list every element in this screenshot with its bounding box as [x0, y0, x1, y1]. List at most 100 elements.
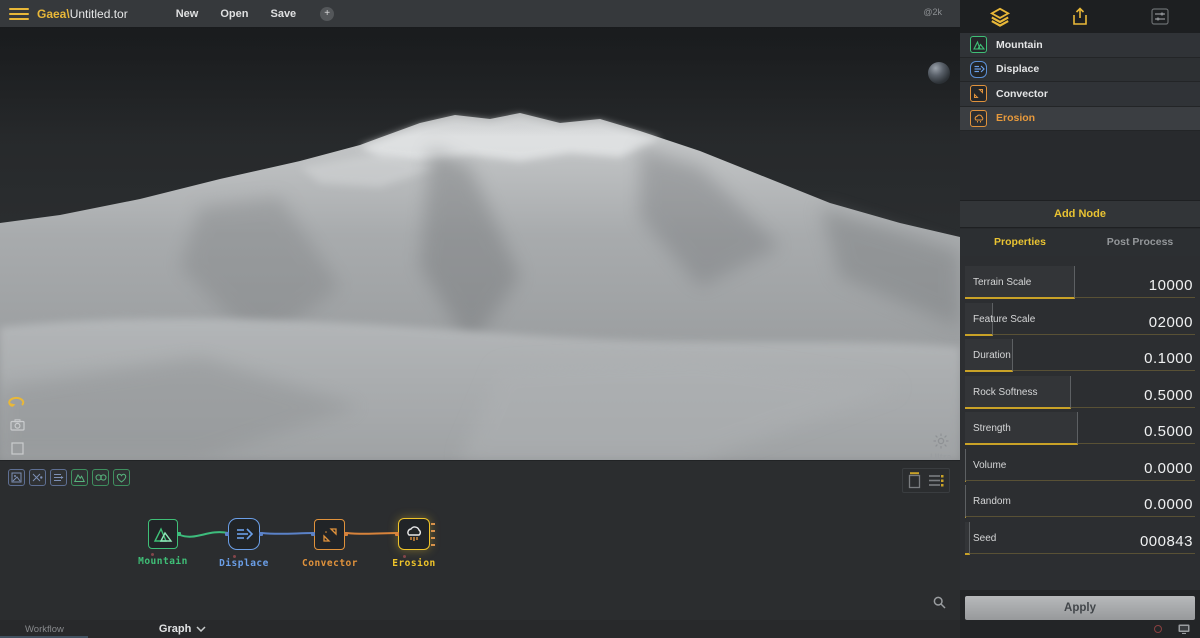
- property-label: Volume: [973, 459, 1007, 471]
- orbit-icon[interactable]: [8, 394, 26, 410]
- hamburger-menu-icon[interactable]: [9, 7, 29, 20]
- search-icon[interactable]: [933, 596, 946, 614]
- property-duration[interactable]: Duration 0.1000: [965, 335, 1195, 372]
- slider-fill: [965, 448, 966, 482]
- link-icon[interactable]: [92, 469, 109, 486]
- gaea-application-window: Gaea\Untitled.tor New Open Save + @2k Ul…: [0, 0, 1200, 638]
- erosion-node-icon: [407, 526, 421, 541]
- panel-layout-icon[interactable]: [908, 472, 921, 489]
- property-value[interactable]: 10000: [1149, 277, 1193, 294]
- tab-post-process[interactable]: Post Process: [1080, 229, 1200, 256]
- property-value[interactable]: 0.1000: [1144, 350, 1193, 367]
- save-button[interactable]: Save: [270, 8, 296, 20]
- display-icon[interactable]: [1178, 624, 1190, 634]
- quality-label: Ultra: [930, 452, 952, 460]
- property-terrain-scale[interactable]: Terrain Scale 10000: [965, 262, 1195, 299]
- resolution-badge: @2k: [923, 7, 942, 17]
- open-button[interactable]: Open: [220, 8, 248, 20]
- new-button[interactable]: New: [176, 8, 199, 20]
- graph-node-displace[interactable]: [225, 518, 263, 550]
- workflow-bar: Workflow Graph: [0, 620, 960, 638]
- convector-node-icon: [970, 85, 987, 103]
- node-graph-panel[interactable]: Mountain Displace Convector Erosion: [0, 460, 960, 620]
- view-selector-label: Graph: [158, 623, 192, 635]
- node-list-icon[interactable]: [50, 469, 67, 486]
- property-label: Random: [973, 496, 1011, 507]
- layer-list-icon[interactable]: [928, 472, 944, 489]
- tab-properties[interactable]: Properties: [960, 229, 1080, 256]
- terrain-nodes-icon[interactable]: [71, 469, 88, 486]
- layers-icon[interactable]: [980, 4, 1020, 30]
- apply-button[interactable]: Apply: [965, 596, 1195, 620]
- property-label: Feature Scale: [973, 313, 1036, 325]
- slider-fill: [965, 485, 966, 518]
- settings-sliders-icon[interactable]: [1140, 4, 1180, 30]
- properties-panel: Mountain Displace Convector Erosion Add …: [960, 0, 1200, 638]
- slider-fill: [965, 521, 970, 555]
- node-list-label: Displace: [996, 63, 1040, 76]
- node-list-item-convector[interactable]: Convector: [960, 82, 1200, 107]
- graph-node-label: Mountain: [138, 556, 188, 567]
- property-seed[interactable]: Seed 000843: [965, 518, 1195, 555]
- convector-node-icon: [322, 527, 337, 542]
- property-value[interactable]: 000843: [1140, 533, 1193, 550]
- property-list: Terrain Scale 10000 Feature Scale 02000 …: [960, 256, 1200, 590]
- sun-icon[interactable]: [933, 433, 949, 449]
- node-list-item-displace[interactable]: Displace: [960, 57, 1200, 82]
- property-strength[interactable]: Strength 0.5000: [965, 408, 1195, 445]
- graph-node-convector[interactable]: [311, 519, 348, 550]
- node-list: Mountain Displace Convector Erosion: [960, 33, 1200, 131]
- node-list-label: Convector: [996, 87, 1048, 100]
- property-label: Seed: [973, 532, 997, 544]
- property-label: Duration: [973, 350, 1011, 361]
- node-list-item-mountain[interactable]: Mountain: [960, 33, 1200, 58]
- property-random[interactable]: Random 0.0000: [965, 481, 1195, 518]
- terrain-render: [0, 27, 960, 460]
- property-volume[interactable]: Volume 0.0000: [965, 445, 1195, 482]
- graph-node-mountain[interactable]: [148, 519, 181, 549]
- mountain-node-icon: [153, 527, 173, 542]
- panel-header: [960, 0, 1200, 33]
- property-value[interactable]: 0.0000: [1144, 496, 1193, 513]
- export-icon[interactable]: [1060, 4, 1100, 30]
- chevron-down-icon: [196, 626, 206, 632]
- graph-node-erosion[interactable]: [395, 518, 435, 550]
- navigation-sphere[interactable]: [928, 62, 950, 84]
- main-menu: New Open Save +: [176, 6, 335, 21]
- cut-wire-icon[interactable]: [29, 469, 46, 486]
- app-name: Gaea\: [37, 6, 70, 21]
- screenshot-camera-icon[interactable]: [8, 417, 26, 433]
- property-label: Terrain Scale: [973, 277, 1032, 288]
- node-list-item-erosion[interactable]: Erosion: [960, 106, 1200, 131]
- save-options-button[interactable]: +: [320, 6, 335, 21]
- view-selector[interactable]: Graph: [159, 623, 206, 635]
- property-value[interactable]: 0.5000: [1144, 423, 1193, 440]
- property-value[interactable]: 0.5000: [1144, 387, 1193, 404]
- node-list-label: Mountain: [996, 38, 1043, 51]
- graph-layout-controls: [902, 468, 950, 493]
- property-value[interactable]: 0.0000: [1144, 460, 1193, 477]
- property-rock-softness[interactable]: Rock Softness 0.5000: [965, 372, 1195, 409]
- displace-node-icon: [970, 60, 987, 78]
- property-tabs: Properties Post Process: [960, 229, 1200, 256]
- displace-node-icon: [237, 528, 254, 540]
- frame-select-icon[interactable]: [8, 440, 26, 456]
- panel-footer: Apply: [960, 590, 1200, 638]
- erosion-node-icon: [970, 109, 987, 127]
- node-wires: [179, 531, 399, 538]
- file-name: Untitled.tor: [69, 6, 128, 21]
- graph-node-label: Displace: [219, 558, 269, 569]
- node-list-label: Erosion: [996, 112, 1036, 125]
- graph-node-label: Convector: [302, 558, 358, 569]
- record-indicator-icon[interactable]: [1154, 625, 1162, 633]
- footer-status-icons: [1154, 624, 1190, 634]
- graph-node-label: Erosion: [392, 558, 436, 569]
- thumbnail-icon[interactable]: [8, 469, 25, 486]
- property-value[interactable]: 02000: [1149, 314, 1193, 331]
- property-label: Rock Softness: [973, 386, 1038, 398]
- favorites-heart-icon[interactable]: [113, 469, 130, 486]
- add-node-button[interactable]: Add Node: [960, 200, 1200, 228]
- property-feature-scale[interactable]: Feature Scale 02000: [965, 299, 1195, 336]
- node-connections: [0, 461, 960, 621]
- terrain-viewport[interactable]: Idle Ultra: [0, 27, 960, 460]
